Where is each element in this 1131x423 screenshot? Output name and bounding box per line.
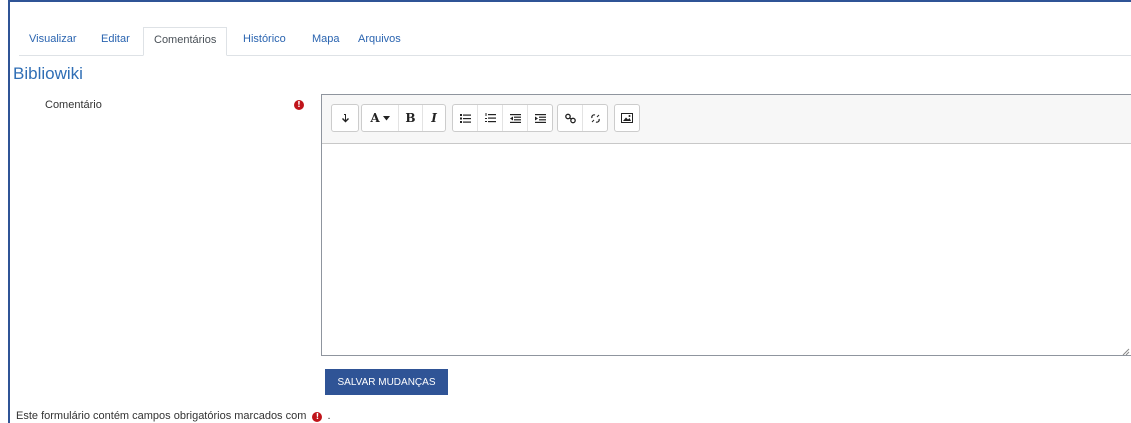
page-frame-left [8,0,10,423]
comment-textarea[interactable] [322,144,1131,355]
link-icon [564,113,576,124]
chevron-down-icon [382,115,390,121]
ordered-list-icon [484,113,496,123]
font-style-icon: A [370,111,380,125]
tab-historico[interactable]: Histórico [233,27,296,54]
unordered-list-icon [459,113,471,123]
toolbar-group-media [614,104,640,132]
unordered-list-button[interactable] [453,105,478,131]
ordered-list-button[interactable] [478,105,503,131]
indent-icon [534,113,546,123]
page-frame-top [8,0,1131,2]
resize-handle-icon[interactable] [1122,345,1130,356]
italic-icon: I [431,111,437,125]
outdent-icon [509,113,521,123]
required-icon: ! [312,412,323,422]
required-note-text: Este formulário contém campos obrigatóri… [16,410,307,422]
unlink-icon [590,113,601,124]
insert-image-button[interactable] [615,105,639,131]
required-icon: ! [294,100,304,110]
save-changes-button[interactable]: SALVAR MUDANÇAS [325,369,448,395]
tab-comentarios[interactable]: Comentários [143,27,228,56]
toolbar-group-collapse [331,104,359,132]
toolbar-group-text: A B I [361,104,446,132]
link-button[interactable] [558,105,583,131]
bold-button[interactable]: B [399,105,423,131]
comment-label: Comentário [45,99,102,111]
unlink-button[interactable] [583,105,607,131]
tab-mapa[interactable]: Mapa [302,27,350,54]
page-title: Bibliowiki [13,64,83,83]
font-style-button[interactable]: A [362,105,399,131]
required-fields-note: Este formulário contém campos obrigatóri… [16,410,331,422]
collapse-toolbar-icon [340,113,350,123]
toolbar-group-links [557,104,608,132]
italic-button[interactable]: I [423,105,445,131]
indent-button[interactable] [528,105,552,131]
bold-icon: B [405,111,416,125]
tab-bar: Visualizar Editar Comentários Histórico … [19,27,1131,56]
collapse-toolbar-button[interactable] [332,105,358,131]
toolbar-group-lists [452,104,553,132]
editor-toolbar: A B I [322,95,1131,144]
tab-arquivos[interactable]: Arquivos [348,27,411,54]
tab-editar[interactable]: Editar [91,27,140,54]
tab-visualizar[interactable]: Visualizar [19,27,87,54]
comment-editor: A B I [321,94,1131,356]
outdent-button[interactable] [503,105,528,131]
required-note-end: . [327,410,331,422]
image-icon [621,113,633,123]
